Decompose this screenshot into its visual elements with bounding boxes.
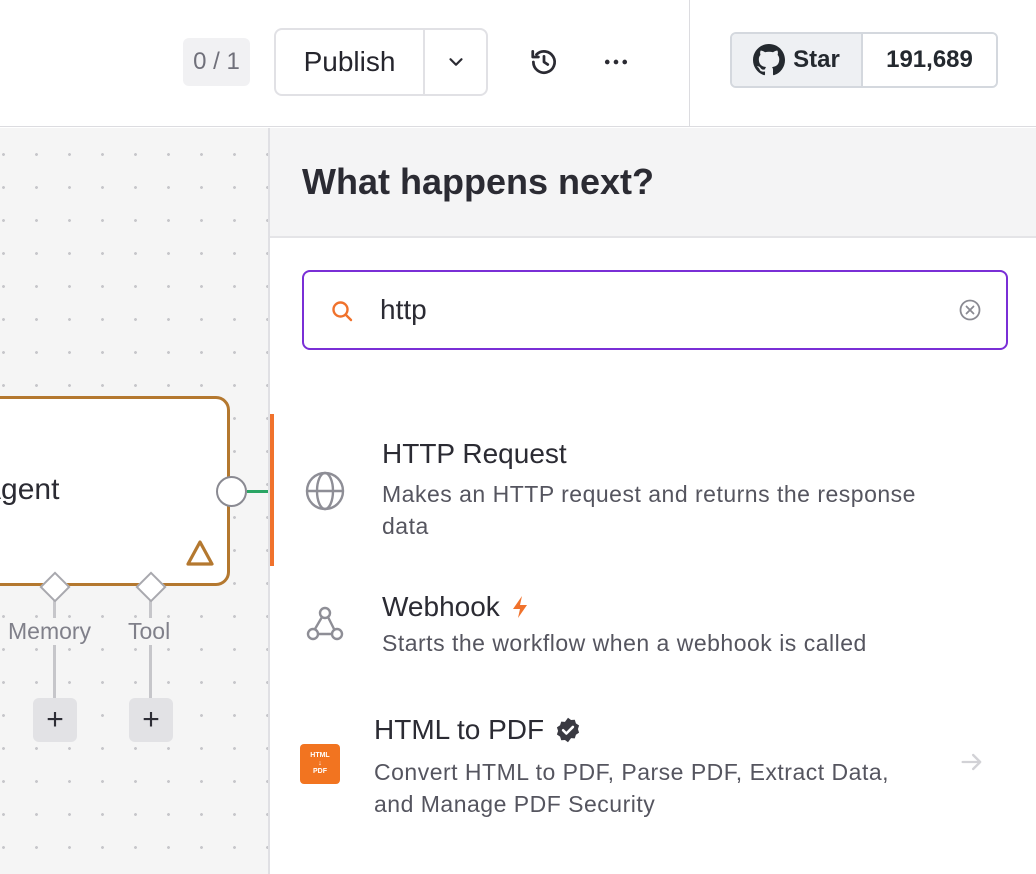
- memory-label: Memory: [6, 618, 94, 645]
- add-memory-button[interactable]: +: [33, 698, 77, 742]
- arrow-right-icon: [961, 753, 982, 771]
- item-title: HTML to PDF: [374, 714, 545, 745]
- item-title: Webhook: [382, 591, 500, 622]
- memory-connector-line: [53, 600, 56, 700]
- agent-node[interactable]: Agent: [0, 396, 230, 586]
- more-horizontal-icon: [604, 59, 628, 65]
- logo-text-arrow: ↓: [318, 760, 322, 767]
- workflow-counter: 0 / 1: [183, 38, 250, 86]
- publish-dropdown-button[interactable]: [425, 30, 486, 94]
- chevron-down-icon: [448, 58, 463, 66]
- agent-output-handle[interactable]: [216, 476, 247, 507]
- github-star-widget: Star 191,689: [730, 32, 998, 88]
- node-connection-line: [247, 490, 268, 493]
- tool-connector-line: [149, 600, 152, 700]
- webhook-icon: [306, 606, 344, 641]
- globe-icon: [305, 471, 345, 511]
- history-button[interactable]: [522, 40, 566, 84]
- history-icon: [531, 50, 556, 74]
- publish-button-group: Publish: [274, 28, 488, 96]
- top-bar: 0 / 1 Publish Star 191,689: [0, 0, 1036, 127]
- verified-icon: [557, 717, 580, 743]
- item-title-row: HTML to PDF: [374, 714, 582, 746]
- panel-header: What happens next?: [270, 128, 1036, 238]
- item-description: Convert HTML to PDF, Parse PDF, Extract …: [374, 756, 889, 820]
- item-description-line: and Manage PDF Security: [374, 791, 656, 817]
- search-icon: [332, 301, 353, 322]
- item-description-line: Makes an HTTP request and returns the re…: [382, 481, 916, 507]
- search-input[interactable]: http: [302, 270, 1008, 350]
- list-item-http-request[interactable]: HTTP Request Makes an HTTP request and r…: [270, 428, 1036, 558]
- item-description-line: Starts the workflow when a webhook is ca…: [382, 630, 867, 656]
- node-creator-panel: What happens next? http HTTP Request Mak…: [268, 128, 1036, 874]
- github-star-label: Star: [793, 46, 840, 73]
- warning-icon[interactable]: [185, 539, 215, 567]
- more-options-button[interactable]: [594, 40, 638, 84]
- github-star-button[interactable]: Star: [732, 34, 863, 86]
- list-item-html-to-pdf[interactable]: HTML ↓ PDF HTML to PDF Convert HTML to P…: [270, 706, 1036, 836]
- github-icon: [753, 44, 786, 76]
- top-bar-divider: [689, 0, 690, 127]
- search-input-value[interactable]: http: [380, 294, 427, 326]
- tool-label: Tool: [126, 618, 173, 645]
- logo-text-html: HTML: [310, 752, 330, 759]
- github-star-count[interactable]: 191,689: [863, 34, 996, 86]
- lightning-icon: [512, 596, 527, 618]
- list-item-webhook[interactable]: Webhook Starts the workflow when a webho…: [270, 583, 1036, 673]
- html-to-pdf-logo: HTML ↓ PDF: [300, 744, 340, 784]
- clear-search-icon[interactable]: [958, 298, 982, 322]
- add-tool-button[interactable]: +: [129, 698, 173, 742]
- item-title: HTTP Request: [382, 438, 567, 469]
- item-description-line: Convert HTML to PDF, Parse PDF, Extract …: [374, 759, 890, 785]
- panel-title: What happens next?: [302, 161, 655, 202]
- logo-text-pdf: PDF: [313, 768, 327, 775]
- item-description: Starts the workflow when a webhook is ca…: [382, 627, 867, 659]
- item-title-row: Webhook: [382, 591, 530, 623]
- item-description: Makes an HTTP request and returns the re…: [382, 478, 916, 542]
- publish-button[interactable]: Publish: [276, 30, 425, 94]
- agent-node-label: Agent: [0, 473, 60, 506]
- item-description-line: data: [382, 513, 429, 539]
